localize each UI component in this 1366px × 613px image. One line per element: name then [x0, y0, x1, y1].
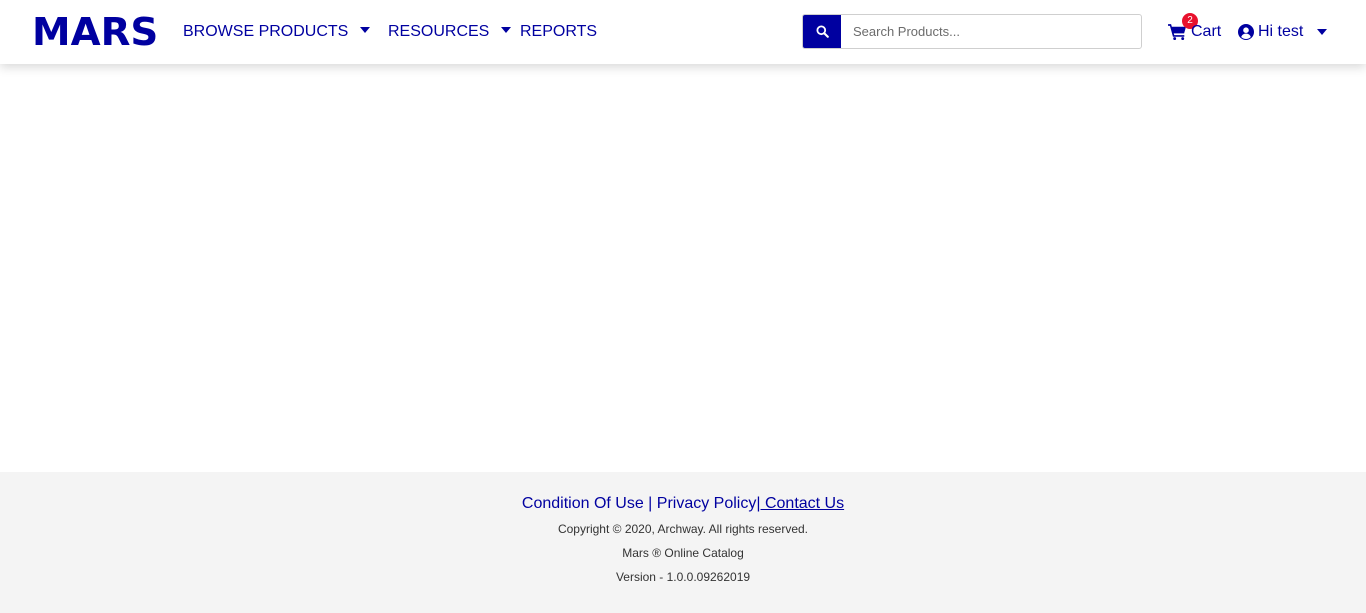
user-circle-icon	[1238, 24, 1254, 40]
caret-down-icon	[1317, 29, 1327, 35]
cart-label: Cart	[1191, 23, 1222, 40]
nav-reports-label: REPORTS	[520, 23, 598, 40]
privacy-policy-link[interactable]: Privacy Policy	[657, 495, 757, 512]
version-text: Version - 1.0.0.09262019	[615, 570, 751, 584]
footer: Condition Of Use | Privacy Policy| Conta…	[0, 472, 1366, 613]
nav-resources-label: RESOURCES	[388, 23, 490, 40]
copyright-text: Copyright © 2020, Archway. All rights re…	[557, 522, 809, 536]
nav-browse-products[interactable]: BROWSE PRODUCTS	[183, 21, 371, 43]
contact-us-link[interactable]: Contact Us	[761, 495, 844, 512]
nav-resources[interactable]: RESOURCES	[388, 21, 512, 43]
caret-down-icon	[360, 26, 371, 33]
footer-links: Condition Of Use | Privacy Policy| Conta…	[0, 494, 1366, 514]
search-button[interactable]	[803, 15, 841, 48]
nav-reports[interactable]: REPORTS	[520, 21, 597, 43]
footer-separator: |	[643, 495, 657, 512]
main-content	[0, 64, 1366, 472]
top-navbar: MARS BROWSE PRODUCTS RESOURCES REPORTS 2…	[0, 0, 1366, 64]
search-icon	[815, 25, 829, 38]
mars-logo[interactable]: MARS	[32, 9, 158, 55]
search-input[interactable]	[841, 15, 1141, 48]
caret-down-icon	[501, 26, 512, 33]
condition-of-use-link[interactable]: Condition Of Use	[522, 495, 644, 512]
nav-browse-products-label: BROWSE PRODUCTS	[183, 23, 349, 40]
catalog-name: Mars ® Online Catalog	[622, 546, 744, 560]
user-greeting: Hi test	[1258, 23, 1304, 40]
search-bar	[802, 14, 1142, 49]
